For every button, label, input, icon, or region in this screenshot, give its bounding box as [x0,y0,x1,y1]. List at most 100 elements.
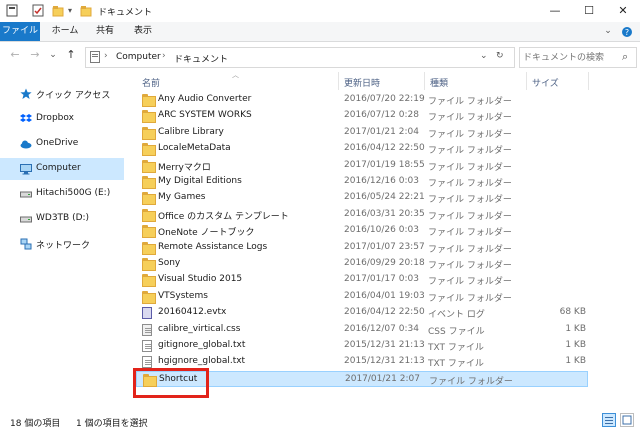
file-row[interactable]: Visual Studio 2015 2017/01/17 0:03 ファイル フォ… [136,272,588,288]
properties-icon[interactable] [32,4,44,17]
file-modified: 2017/01/19 18:55 [344,159,425,170]
file-row[interactable]: OneNote ノートブック 2016/10/26 0:03 ファイル フォルダー [136,223,588,239]
back-button[interactable]: ← [8,48,22,62]
file-row[interactable]: ARC SYSTEM WORKS 2016/07/12 0:28 ファイル フォルダ… [136,108,588,124]
minimize-button[interactable]: — [538,0,572,22]
file-row[interactable]: LocaleMetaData 2016/04/12 22:50 ファイル フォルダー [136,141,588,157]
folder-icon [142,94,156,107]
file-row[interactable]: 20160412.evtx 2016/04/12 22:50 イベント ログ 68 K… [136,305,588,321]
event-log-icon [142,307,152,320]
file-name: My Games [158,192,206,203]
expand-ribbon-icon[interactable]: ⌄ [600,22,616,41]
drive-icon [20,188,32,200]
file-type: CSS ファイル [428,326,485,337]
nav-item-network[interactable]: ネットワーク [0,233,124,255]
file-modified: 2015/12/31 21:13 [344,340,425,350]
column-divider[interactable] [526,72,527,90]
tab-view[interactable]: 表示 [126,22,160,41]
file-modified: 2017/01/07 23:57 [344,241,425,252]
column-header-type[interactable]: 種類 [430,76,448,89]
column-header-name[interactable]: 名前 [142,76,160,89]
file-row[interactable]: Remote Assistance Logs 2017/01/07 23:57 ファ… [136,240,588,256]
breadcrumb-computer[interactable]: Computer [116,52,161,62]
folder-icon [142,258,156,271]
file-type: TXT ファイル [428,343,484,353]
file-row[interactable]: My Digital Editions 2016/12/16 0:03 ファイル フ… [136,174,588,190]
window-title: ドキュメント [98,8,153,18]
search-box: ⌕ [519,47,637,68]
file-row[interactable]: gitignore_global.txt 2015/12/31 21:13 TXT … [136,338,588,354]
maximize-button[interactable]: ☐ [572,0,606,22]
file-row[interactable]: Calibre Library 2017/01/21 2:04 ファイル フォルダー [136,125,588,141]
file-row[interactable]: Sony 2016/09/29 20:18 ファイル フォルダー [136,256,588,272]
file-name: Sony [158,258,181,268]
up-button[interactable]: ↑ [64,48,78,62]
nav-item-computer[interactable]: Computer [0,158,124,180]
folder-icon [142,192,156,206]
computer-icon [20,163,32,175]
file-name: Remote Assistance Logs [158,241,268,252]
text-file-icon [142,340,152,352]
network-icon [20,238,32,250]
file-name: gitignore_global.txt [158,340,246,350]
file-modified: 2015/12/31 21:13 [344,356,425,367]
breadcrumb-separator: › [162,51,166,61]
nav-item-quick-access[interactable]: クイック アクセス [0,83,124,105]
folder-icon [142,143,156,157]
nav-item-wd-drive[interactable]: WD3TB (D:) [0,208,124,230]
tab-home[interactable]: ホーム [46,22,84,41]
file-row[interactable]: Office のカスタム テンプレート 2016/03/31 20:35 ファイル … [136,207,588,223]
search-input[interactable] [523,50,615,65]
column-header-date[interactable]: 更新日時 [344,76,380,89]
help-icon[interactable]: ? [618,22,636,41]
column-divider[interactable] [338,72,339,90]
column-divider[interactable] [424,72,425,90]
customize-quick-access-icon[interactable]: ▾ [68,4,80,17]
address-bar[interactable]: › Computer › ドキュメント ⌄ ↻ [85,47,515,68]
address-dropdown-button[interactable]: ⌄ [480,51,488,61]
file-modified: 2016/05/24 22:21 [344,192,425,203]
file-row[interactable]: Any Audio Converter 2016/07/20 22:19 ファイル … [136,92,588,108]
nav-label: ネットワーク [36,241,91,251]
folder-icon [142,110,156,124]
file-type: ファイル フォルダー [428,277,512,288]
refresh-button[interactable]: ↻ [496,51,504,61]
forward-button[interactable]: → [28,48,42,62]
tab-file[interactable]: ファイル [0,22,40,41]
file-name: My Digital Editions [158,176,242,186]
file-row[interactable]: calibre_virtical.css 2016/12/07 0:34 CSS フ… [136,322,588,338]
navigation-pane: クイック アクセス Dropbox OneDrive Computer Hita… [0,70,124,410]
breadcrumb-documents[interactable]: ドキュメント [174,52,228,65]
file-row[interactable]: VTSystems 2016/04/01 19:03 ファイル フォルダー [136,289,588,305]
explorer-app-icon[interactable] [6,4,18,17]
large-icons-view-button[interactable] [620,413,634,427]
nav-label: Dropbox [36,113,74,123]
file-type: ファイル フォルダー [428,179,512,189]
file-modified: 2016/12/07 0:34 [344,323,419,334]
file-type: ファイル フォルダー [428,261,512,271]
documents-location-icon [90,51,100,66]
nav-item-hitachi-drive[interactable]: Hitachi500G (E:) [0,183,124,205]
tab-share[interactable]: 共有 [88,22,122,41]
folder-icon [142,159,156,173]
folder-icon [142,274,156,288]
recent-locations-button[interactable]: ⌄ [46,48,60,62]
column-header-size[interactable]: サイズ [532,76,559,89]
file-row[interactable]: Merryマクロ 2017/01/19 18:55 ファイル フォルダー [136,158,588,174]
file-type: ファイル フォルダー [428,129,512,140]
nav-item-dropbox[interactable]: Dropbox [0,108,124,130]
file-size: 1 KB [565,323,586,334]
close-button[interactable]: ✕ [606,0,640,22]
file-name: Office のカスタム テンプレート [158,211,289,222]
nav-item-onedrive[interactable]: OneDrive [0,133,124,155]
folder-icon [142,176,156,189]
nav-label: Hitachi500G (E:) [36,188,111,198]
file-name: ARC SYSTEM WORKS [158,110,252,121]
search-icon[interactable]: ⌕ [622,50,628,64]
column-divider[interactable] [588,72,589,90]
file-name: calibre_virtical.css [158,323,241,334]
file-row[interactable]: My Games 2016/05/24 22:21 ファイル フォルダー [136,190,588,206]
details-view-button[interactable] [602,413,616,427]
file-type: ファイル フォルダー [428,293,512,304]
new-folder-icon[interactable] [52,4,64,17]
